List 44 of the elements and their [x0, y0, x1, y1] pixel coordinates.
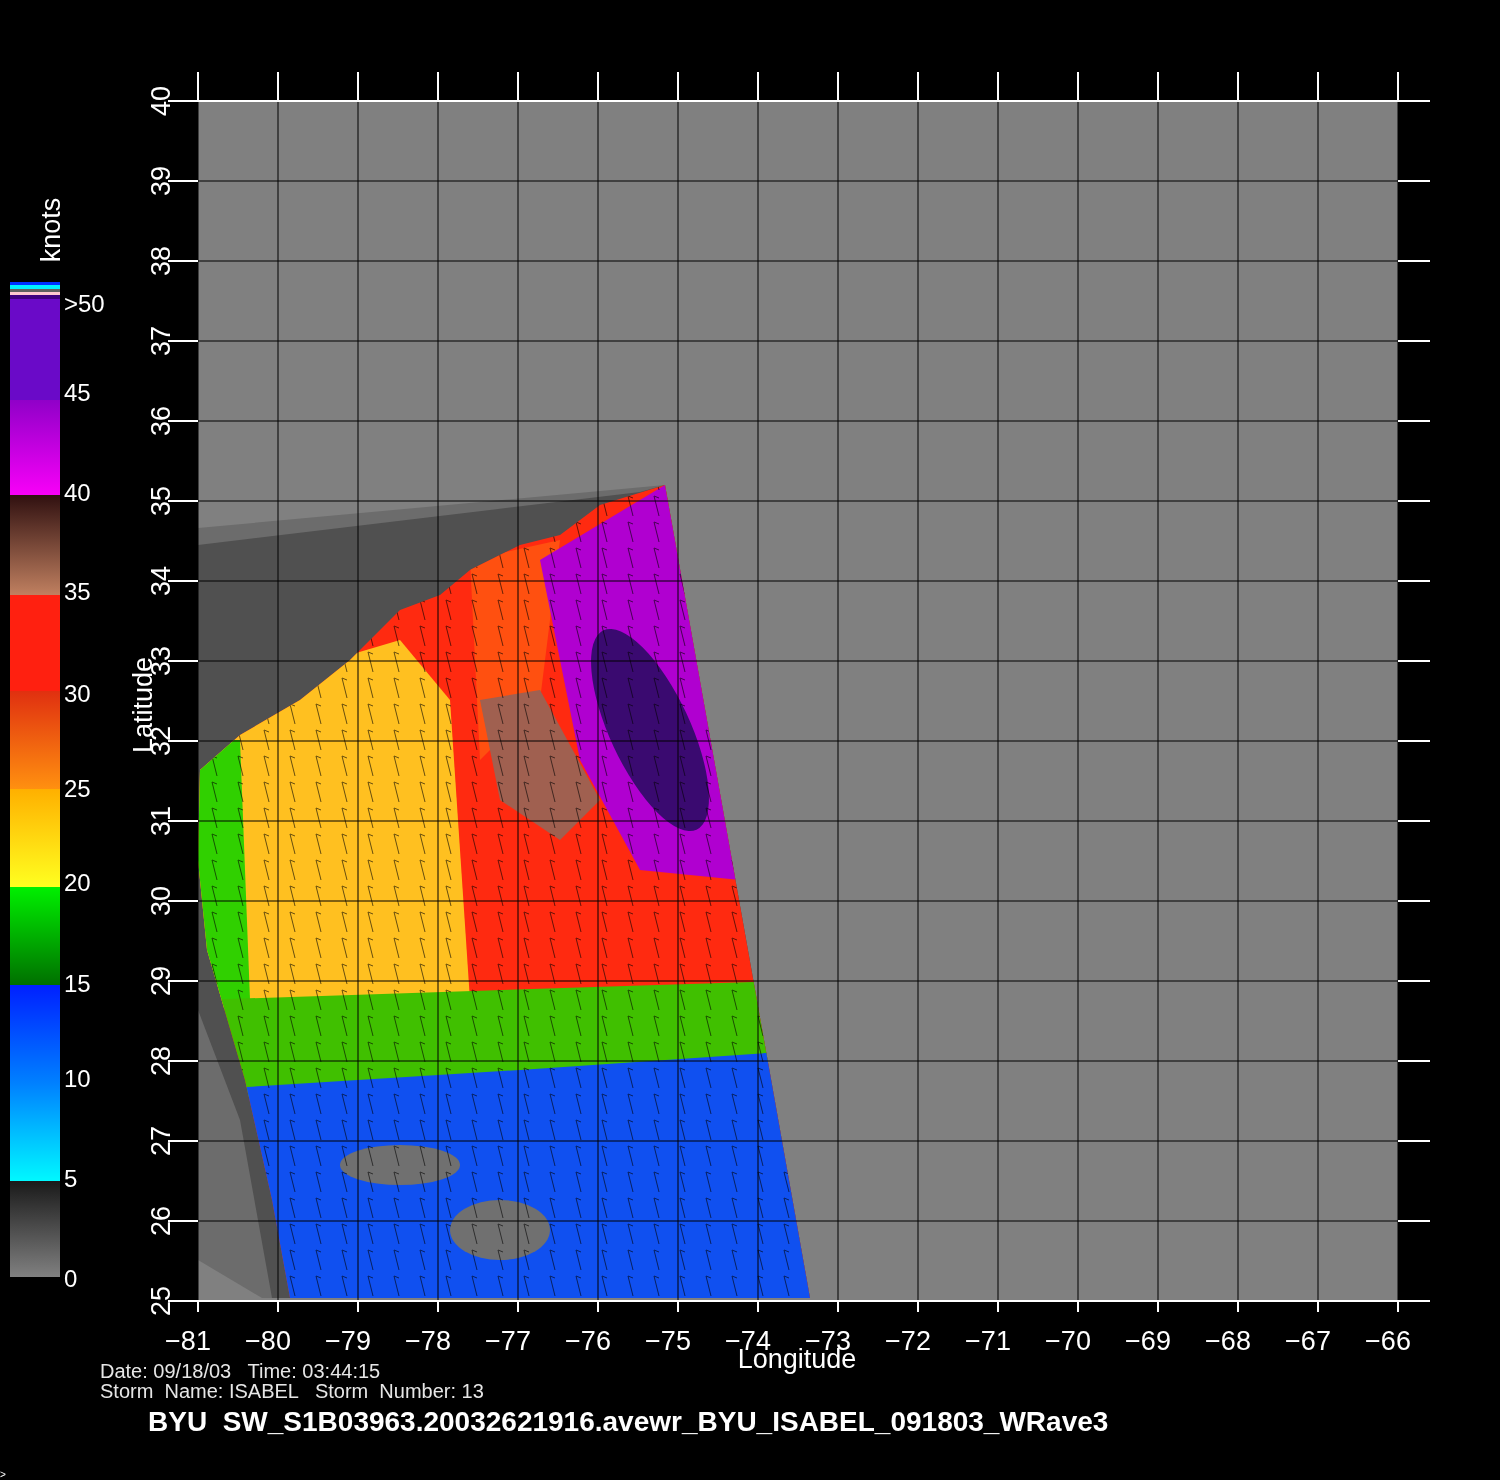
colorbar-label: 0 [64, 1265, 78, 1292]
longitude-tick-label: −80 [245, 1326, 291, 1356]
longitude-tick-label: −69 [1125, 1326, 1171, 1356]
storm-info-text: Date: 09/18/03 Time: 03:44:15 [100, 1360, 381, 1382]
colorbar-label: 20 [64, 869, 91, 896]
longitude-tick-label: −68 [1205, 1326, 1251, 1356]
colorbar-label: 40 [64, 479, 91, 506]
colorbar-label: 30 [64, 680, 91, 707]
longitude-tick-label: −70 [1045, 1326, 1091, 1356]
longitude-tick-label: −77 [485, 1326, 531, 1356]
longitude-tick-label: −76 [565, 1326, 611, 1356]
latitude-tick-label: 29 [146, 966, 176, 996]
colorbar-label: 35 [64, 578, 91, 605]
latitude-tick-label: 27 [146, 1126, 176, 1156]
colorbar-label: 15 [64, 970, 91, 997]
latitude-tick-label: 34 [146, 566, 176, 596]
product-title: BYU SW_S1B03963.20032621916.avewr_BYU_ISABEL_091803_WRave3 [148, 1406, 1109, 1437]
longitude-tick-label: −75 [645, 1326, 691, 1356]
latitude-tick-label: 36 [146, 406, 176, 436]
longitude-tick-label: −66 [1365, 1326, 1411, 1356]
latitude-tick-label: 38 [146, 246, 176, 276]
longitude-tick-label: −72 [885, 1326, 931, 1356]
colorbar-label: 25 [64, 775, 91, 802]
latitude-tick-label: 40 [146, 86, 176, 116]
storm-info-text: Storm Name: ISABEL Storm Number: 13 [100, 1380, 484, 1402]
longitude-tick-label: −78 [405, 1326, 451, 1356]
prompt-symbol: > [0, 1469, 6, 1480]
longitude-tick-label: −81 [165, 1326, 211, 1356]
longitude-tick-label: −79 [325, 1326, 371, 1356]
latitude-tick-label: 31 [146, 806, 176, 836]
latitude-tick-label: 30 [146, 886, 176, 916]
colorbar-label: 45 [64, 379, 91, 406]
latitude-tick-label: 25 [146, 1286, 176, 1316]
latitude-tick-label: 26 [146, 1206, 176, 1236]
latitude-tick-label: 35 [146, 486, 176, 516]
latitude-tick-label: 28 [146, 1046, 176, 1076]
longitude-tick-label: −67 [1285, 1326, 1331, 1356]
latitude-tick-label: 39 [146, 166, 176, 196]
colorbar-label: 5 [64, 1165, 78, 1192]
longitude-tick-label: −71 [965, 1326, 1011, 1356]
colorbar-unit-label: knots [36, 197, 66, 263]
latitude-tick-label: 37 [146, 326, 176, 356]
colorbar-label: >50 [64, 290, 105, 317]
colorbar-label: 10 [64, 1065, 91, 1092]
